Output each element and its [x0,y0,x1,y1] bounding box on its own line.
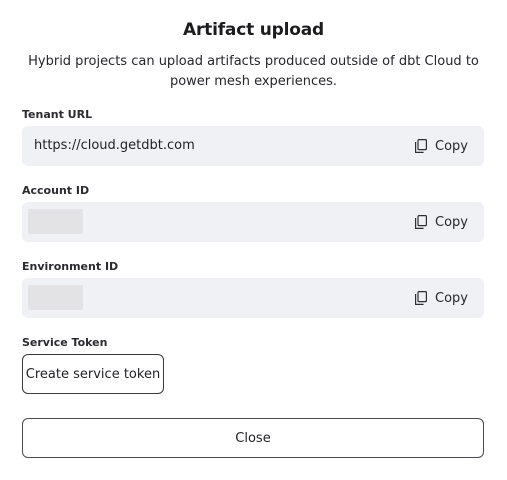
copy-tenant-url-button[interactable]: Copy [415,126,468,166]
account-id-field: Copy [22,202,484,242]
copy-label: Copy [435,214,468,230]
copy-icon [415,291,428,305]
copy-environment-id-button[interactable]: Copy [415,278,468,318]
account-id-label: Account ID [22,184,90,197]
dialog-description: Hybrid projects can upload artifacts pro… [28,54,479,89]
environment-id-label: Environment ID [22,260,119,273]
tenant-url-value: https://cloud.getdbt.com [34,138,195,153]
environment-id-field: Copy [22,278,484,318]
dialog-title: Artifact upload [183,20,324,40]
copy-icon [415,215,428,229]
create-service-token-button[interactable]: Create service token [22,354,164,394]
tenant-url-field: https://cloud.getdbt.com Copy [22,126,484,166]
copy-icon [415,139,428,153]
environment-id-redacted-value [28,285,83,310]
tenant-url-label: Tenant URL [22,108,93,121]
close-button[interactable]: Close [22,418,484,458]
copy-label: Copy [435,290,468,306]
copy-label: Copy [435,138,468,154]
account-id-redacted-value [28,209,83,234]
service-token-label: Service Token [22,336,108,349]
copy-account-id-button[interactable]: Copy [415,202,468,242]
